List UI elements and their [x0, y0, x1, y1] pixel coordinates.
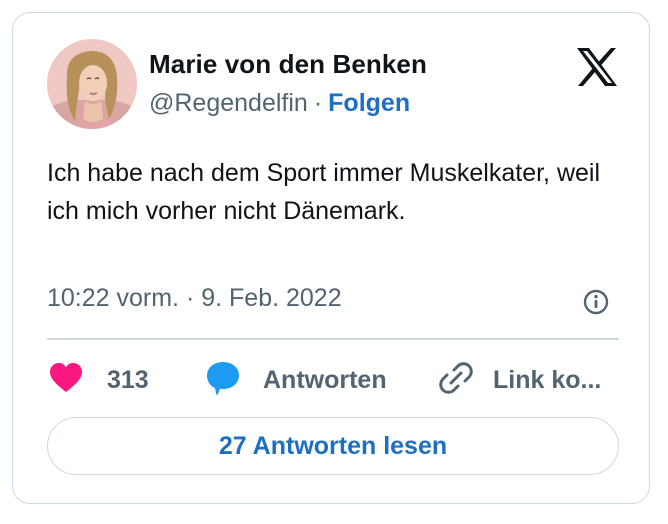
divider — [47, 338, 619, 340]
tweet-text: Ich habe nach dem Sport immer Muskelkate… — [47, 159, 601, 225]
author-name[interactable]: Marie von den Benken — [149, 49, 427, 80]
author-meta: @Regendelfin · Folgen — [149, 89, 410, 118]
separator: · — [313, 89, 323, 117]
speech-bubble-icon — [205, 360, 241, 401]
tweet-card: Marie von den Benken @Regendelfin · Folgen… — [12, 12, 650, 504]
x-logo-icon[interactable] — [575, 47, 619, 87]
follow-button[interactable]: Folgen — [328, 89, 410, 117]
heart-icon — [49, 362, 83, 399]
copy-link-button[interactable]: Link ko... — [439, 360, 601, 400]
read-replies-button[interactable]: 27 Antworten lesen — [47, 417, 619, 475]
like-count: 313 — [107, 365, 149, 394]
like-button[interactable]: 313 — [49, 360, 149, 400]
avatar[interactable] — [47, 39, 137, 129]
tweet-timestamp[interactable]: 10:22 vorm. · 9. Feb. 2022 — [47, 284, 342, 313]
avatar-image — [47, 39, 137, 129]
reply-button[interactable]: Antworten — [205, 360, 387, 400]
copy-link-label: Link ko... — [493, 365, 602, 394]
link-icon — [439, 361, 473, 400]
author-handle[interactable]: @Regendelfin — [149, 89, 308, 117]
reply-label: Antworten — [263, 365, 387, 394]
info-icon[interactable] — [583, 289, 609, 315]
